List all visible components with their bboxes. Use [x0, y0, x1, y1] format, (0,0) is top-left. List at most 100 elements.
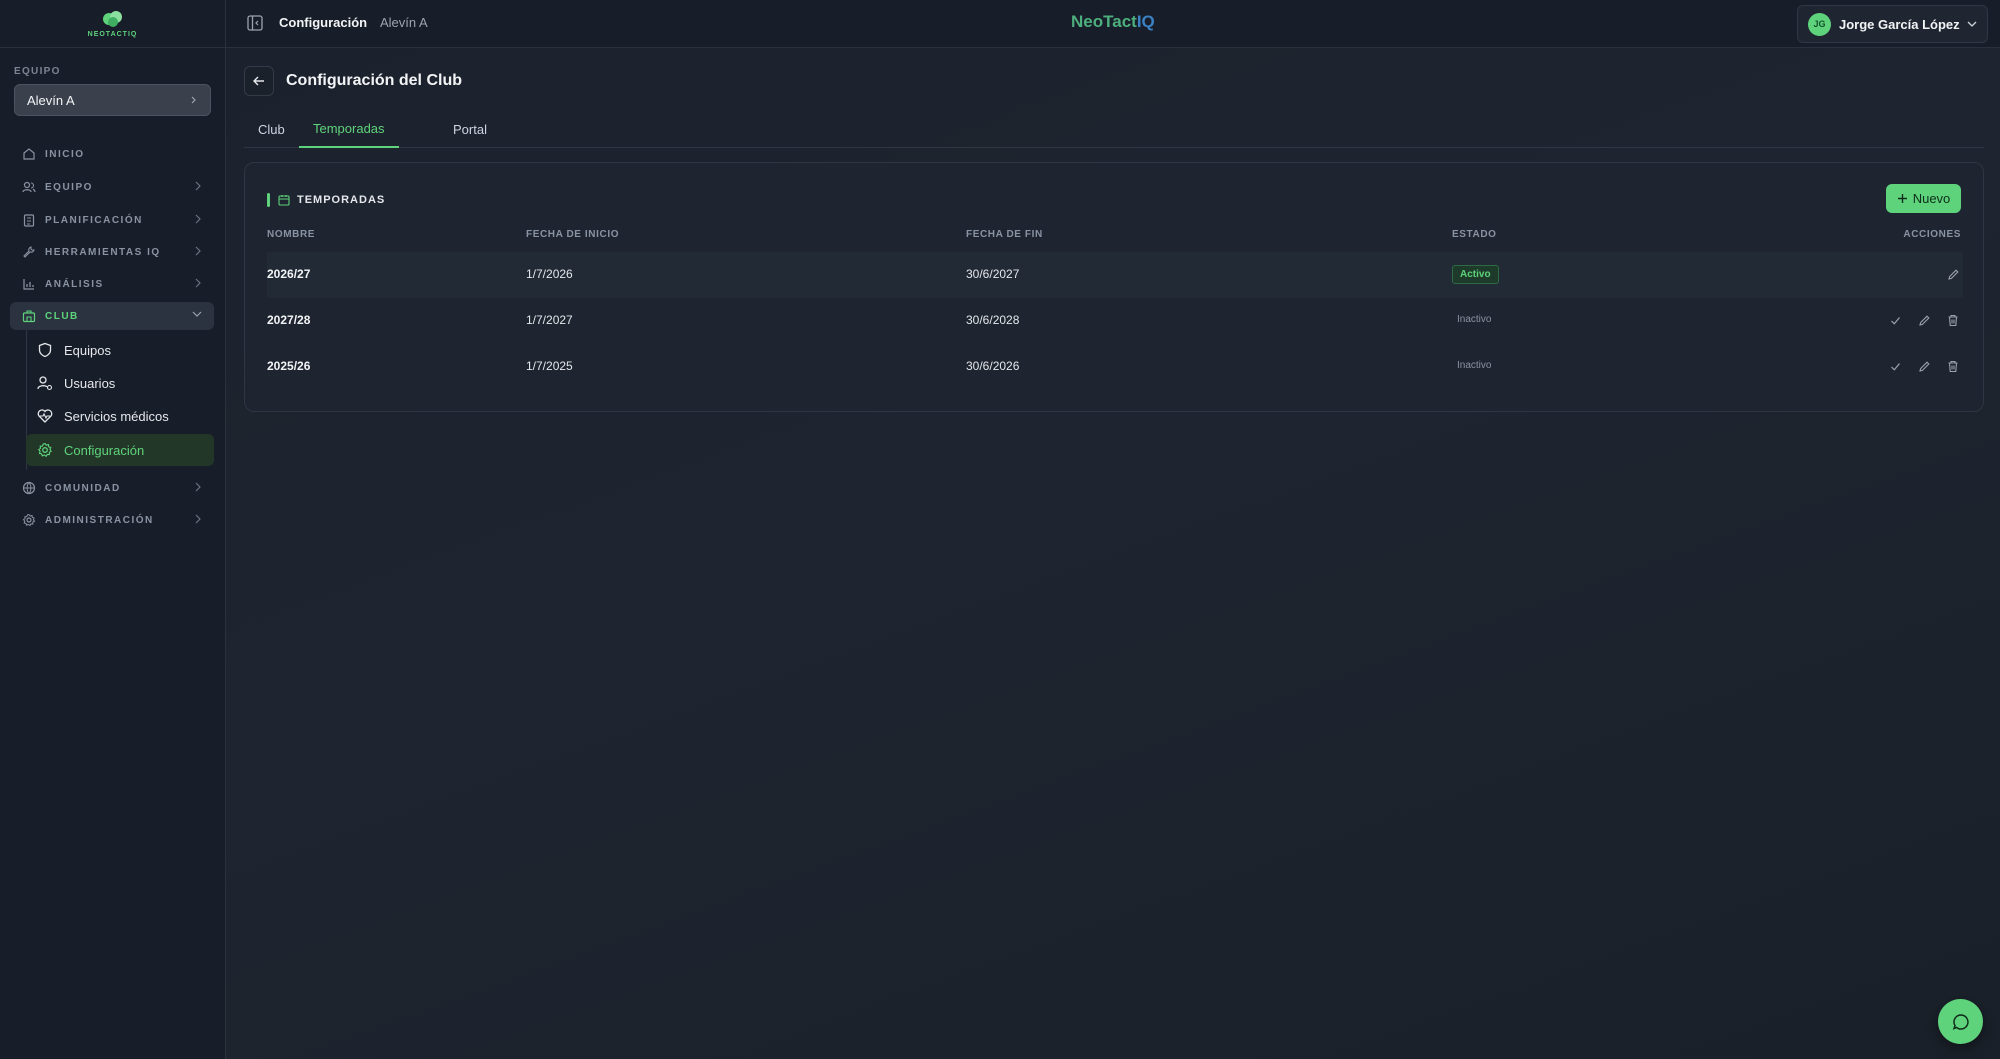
new-season-button[interactable]: Nuevo: [1886, 184, 1961, 213]
settings-icon: [22, 513, 36, 527]
logo[interactable]: NEOTACTIQ: [0, 0, 225, 48]
pencil-icon: [1947, 268, 1959, 280]
nav-label: CLUB: [45, 310, 79, 322]
chevron-right-icon: [195, 482, 201, 492]
team-selector-value: Alevín A: [27, 92, 75, 108]
nav-analisis[interactable]: ANÁLISIS: [10, 270, 214, 298]
status-badge: Activo: [1452, 265, 1499, 284]
nav-inicio[interactable]: INICIO: [10, 140, 214, 168]
column-header-acciones: ACCIONES: [1903, 229, 1961, 240]
team-selector[interactable]: Alevín A: [14, 84, 211, 116]
sidebar: NEOTACTIQ EQUIPO Alevín A INICIO EQUIPO …: [0, 0, 226, 1059]
column-header-estado: ESTADO: [1452, 229, 1497, 240]
nav-label: HERRAMIENTAS IQ: [45, 246, 161, 258]
sidebar-item-label: Usuarios: [64, 375, 116, 391]
chevron-right-icon: [195, 278, 201, 288]
table-row: 2027/28 1/7/2027 30/6/2028 Inactivo: [267, 298, 1963, 344]
status-badge: Inactivo: [1457, 360, 1492, 371]
users-icon: [22, 180, 36, 194]
sidebar-toggle-button[interactable]: [246, 14, 264, 32]
soccer-ball-logo-icon: [102, 11, 122, 27]
chevron-right-icon: [191, 96, 196, 104]
pencil-icon: [1918, 360, 1930, 372]
pencil-icon: [1918, 314, 1930, 326]
delete-button[interactable]: [1945, 312, 1961, 328]
edit-button[interactable]: [1945, 266, 1961, 282]
nav-label: INICIO: [45, 148, 85, 160]
check-icon: [1890, 316, 1900, 325]
chevron-right-icon: [195, 214, 201, 224]
nav-label: ADMINISTRACIÓN: [45, 514, 154, 526]
nav-comunidad[interactable]: COMUNIDAD: [10, 474, 214, 502]
brand-part-1: NeoTact: [1071, 12, 1137, 31]
chevron-right-icon: [195, 181, 201, 191]
bar-chart-icon: [22, 277, 36, 291]
logo-text: NEOTACTIQ: [87, 31, 138, 38]
table-row: 2025/26 1/7/2025 30/6/2026 Inactivo: [267, 344, 1963, 390]
gear-icon: [37, 442, 53, 458]
building-icon: [22, 309, 36, 323]
shield-icon: [37, 342, 53, 358]
heart-pulse-icon: [37, 408, 53, 424]
user-cog-icon: [37, 375, 53, 391]
arrow-left-icon: [253, 76, 264, 86]
new-season-label: Nuevo: [1912, 191, 1951, 206]
nav-planificacion[interactable]: PLANIFICACIÓN: [10, 206, 214, 234]
column-header-nombre: NOMBRE: [267, 229, 316, 240]
season-name: 2025/26: [267, 359, 311, 373]
seasons-header: TEMPORADAS: [267, 193, 385, 207]
globe-icon: [22, 481, 36, 495]
brand-part-2: IQ: [1136, 12, 1155, 31]
nav-label: PLANIFICACIÓN: [45, 214, 143, 226]
nav-label: EQUIPO: [45, 181, 93, 193]
status-badge: Inactivo: [1457, 314, 1492, 325]
table-row: 2026/27 1/7/2026 30/6/2027 Activo: [267, 252, 1963, 298]
nav-administracion[interactable]: ADMINISTRACIÓN: [10, 506, 214, 534]
season-end: 30/6/2028: [966, 313, 1020, 327]
edit-button[interactable]: [1916, 312, 1932, 328]
sidebar-item-configuracion[interactable]: Configuración: [26, 434, 214, 466]
column-header-fecha-fin: FECHA DE FIN: [966, 229, 1043, 240]
nav-label: ANÁLISIS: [45, 278, 104, 290]
edit-button[interactable]: [1916, 358, 1932, 374]
delete-button[interactable]: [1945, 358, 1961, 374]
chevron-down-icon: [1967, 21, 1977, 27]
tab-club[interactable]: Club: [244, 110, 299, 148]
calendar-icon: [278, 195, 290, 206]
season-start: 1/7/2026: [526, 267, 573, 281]
seasons-title: TEMPORADAS: [297, 194, 386, 206]
breadcrumb-current[interactable]: Configuración: [279, 15, 367, 30]
tab-portal[interactable]: Portal: [439, 110, 501, 148]
main-content: Configuración del Club Club Temporadas P…: [226, 48, 2000, 1059]
breadcrumb-team[interactable]: Alevín A: [380, 15, 428, 30]
page-title: Configuración del Club: [286, 72, 462, 89]
column-header-fecha-inicio: FECHA DE INICIO: [526, 229, 620, 240]
chevron-right-icon: [195, 514, 201, 524]
avatar: JG: [1808, 12, 1831, 36]
wrench-icon: [22, 245, 36, 259]
user-menu-button[interactable]: JG Jorge García López: [1797, 5, 1988, 43]
sidebar-item-servicios-medicos[interactable]: Servicios médicos: [26, 400, 214, 432]
chat-button[interactable]: [1938, 999, 1983, 1044]
activate-button[interactable]: [1887, 312, 1903, 328]
trash-icon: [1948, 360, 1958, 372]
home-icon: [22, 147, 36, 161]
seasons-card: TEMPORADAS Nuevo NOMBRE FECHA DE INICIO …: [244, 162, 1984, 412]
sidebar-item-label: Configuración: [64, 442, 145, 458]
sidebar-item-label: Equipos: [64, 342, 111, 358]
season-start: 1/7/2027: [526, 313, 573, 327]
sidebar-item-usuarios[interactable]: Usuarios: [26, 367, 214, 399]
back-button[interactable]: [244, 66, 274, 96]
plus-icon: [1897, 194, 1907, 203]
brand-title: NeoTactIQ: [1071, 12, 1155, 32]
tab-temporadas[interactable]: Temporadas: [299, 110, 399, 148]
clipboard-icon: [22, 213, 36, 227]
sidebar-item-equipos[interactable]: Equipos: [26, 334, 214, 366]
nav-herramientas-iq[interactable]: HERRAMIENTAS IQ: [10, 238, 214, 266]
nav-club[interactable]: CLUB: [10, 302, 214, 330]
check-icon: [1890, 362, 1900, 371]
season-end: 30/6/2026: [966, 359, 1020, 373]
nav-equipo[interactable]: EQUIPO: [10, 173, 214, 201]
team-label: EQUIPO: [14, 66, 61, 77]
activate-button[interactable]: [1887, 358, 1903, 374]
